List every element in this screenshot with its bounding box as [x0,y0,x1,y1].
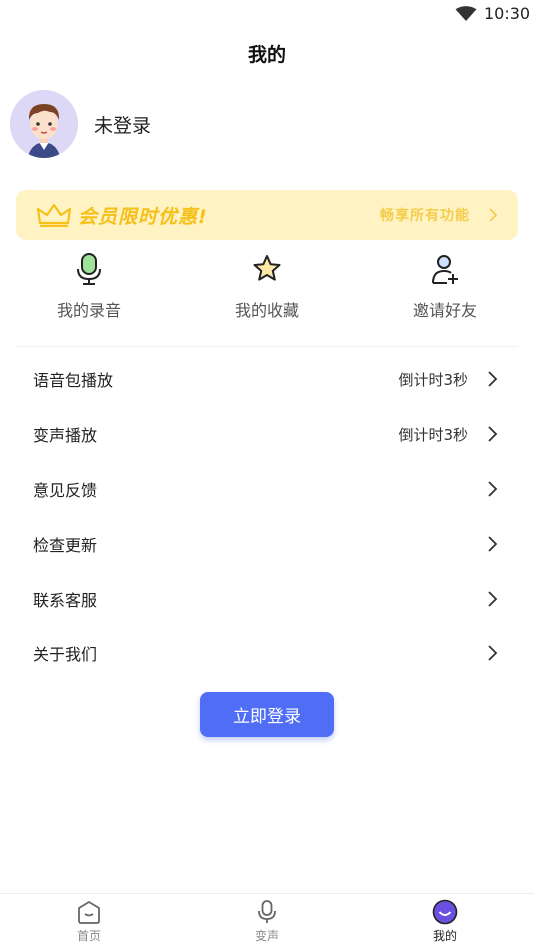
avatar[interactable] [10,90,78,158]
home-icon [78,901,100,924]
shortcut-my-recordings[interactable]: 我的录音 [0,252,178,338]
tab-label: 我的 [432,929,457,943]
username[interactable]: 未登录 [94,111,151,138]
vip-subtitle: 畅享所有功能 [380,208,470,224]
menu-item-check-update[interactable]: 检查更新 [0,516,534,571]
tab-label: 变声 [254,929,279,943]
shortcut-label: 我的收藏 [234,301,299,320]
menu-item-value: 倒计时3秒 [398,425,468,444]
login-button[interactable]: 立即登录 [200,692,334,737]
divider [16,346,518,347]
chevron-right-icon [488,481,498,497]
chevron-right-icon [488,426,498,442]
profile-section[interactable]: 未登录 [10,90,151,158]
menu-item-label: 变声播放 [33,426,98,446]
menu-item-label: 语音包播放 [33,371,114,391]
star-icon [253,255,281,281]
wifi-icon [455,6,477,21]
vip-banner[interactable]: 会员限时优惠! 畅享所有功能 [16,190,518,240]
settings-menu: 语音包播放 倒计时3秒 变声播放 倒计时3秒 意见反馈 检查更新 联系客服 关于… [0,352,534,681]
status-time: 10:30 [484,4,531,23]
shortcut-my-favorites[interactable]: 我的收藏 [178,252,356,338]
page-title: 我的 [247,44,286,66]
menu-item-label: 联系客服 [33,590,98,610]
tab-voice-change[interactable]: 变声 [178,894,356,949]
chevron-right-icon [489,208,498,222]
menu-item-about-us[interactable]: 关于我们 [0,626,534,681]
menu-item-label: 检查更新 [33,535,98,555]
profile-face-icon [432,899,458,925]
tab-profile[interactable]: 我的 [356,894,534,949]
shortcut-label: 邀请好友 [412,301,477,320]
chevron-right-icon [488,536,498,552]
menu-item-contact-support[interactable]: 联系客服 [0,571,534,626]
menu-item-label: 意见反馈 [33,480,98,500]
chevron-right-icon [488,371,498,388]
chevron-right-icon [488,590,498,607]
microphone-icon [258,900,276,923]
shortcut-invite-friends[interactable]: 邀请好友 [356,252,534,338]
crown-icon [36,203,72,227]
menu-item-feedback[interactable]: 意见反馈 [0,462,534,517]
menu-item-voice-change-playback[interactable]: 变声播放 倒计时3秒 [0,407,534,462]
status-bar: 10:30 [0,0,534,30]
menu-item-voice-pack-playback[interactable]: 语音包播放 倒计时3秒 [0,352,534,407]
menu-item-label: 关于我们 [33,645,98,665]
microphone-icon [77,253,101,285]
shortcut-label: 我的录音 [56,301,121,320]
bottom-tab-bar: 首页 变声 我的 [0,893,534,949]
chevron-right-icon [488,645,498,662]
tab-label: 首页 [76,929,101,943]
menu-item-value: 倒计时3秒 [398,370,468,389]
shortcuts-row: 我的录音 我的收藏 邀请好友 [0,252,534,338]
tab-home[interactable]: 首页 [0,894,178,949]
add-user-icon [432,255,458,284]
vip-title: 会员限时优惠! [78,205,208,228]
cartoon-avatar-icon [10,90,78,158]
